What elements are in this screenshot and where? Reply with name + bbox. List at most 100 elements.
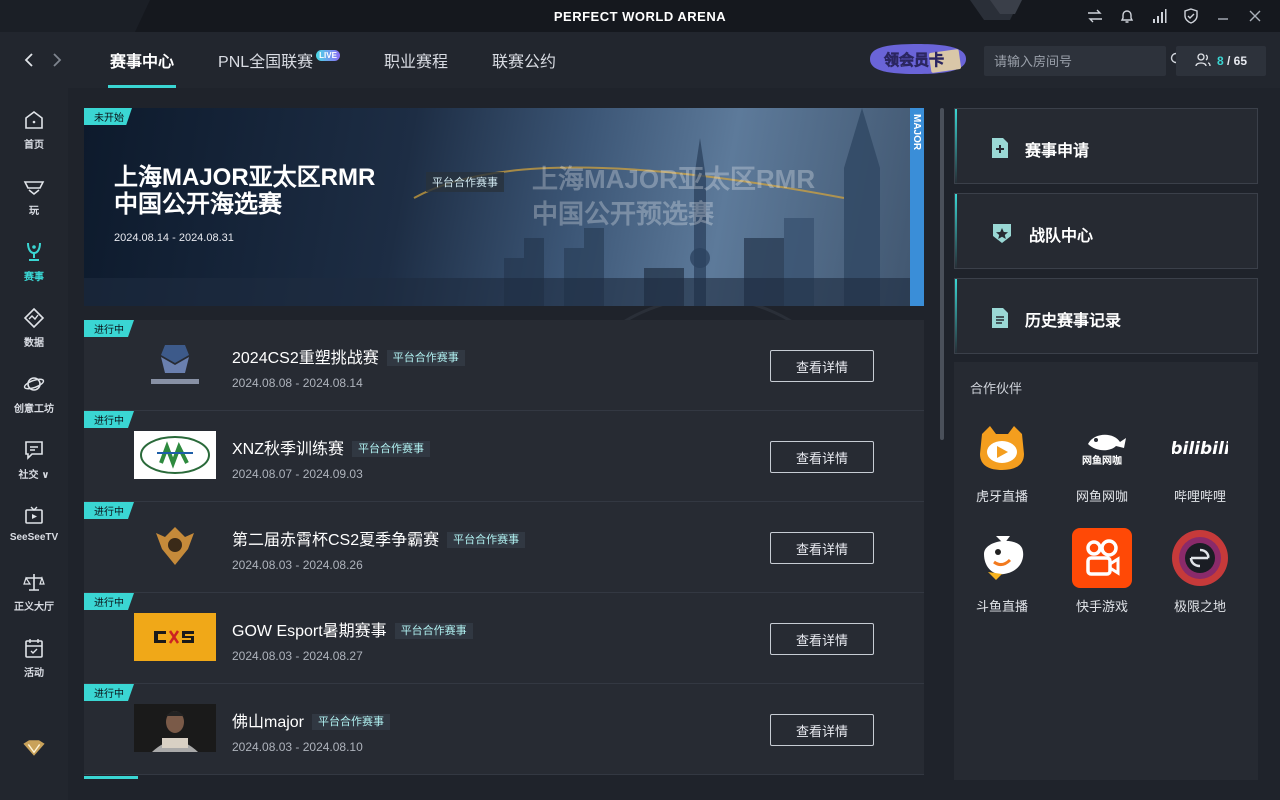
tournament-name: XNZ秋季训练赛 平台合作赛事 [232, 435, 431, 459]
tournament-list: 进行中 2024CS2重塑挑战赛 平台合作赛事 2024.08.08 - 2024… [84, 320, 924, 780]
svg-text:网鱼网咖: 网鱼网咖 [1082, 454, 1122, 467]
view-details-button[interactable]: 查看详情 [770, 714, 874, 746]
douyu-logo-icon [972, 528, 1032, 588]
tournament-row[interactable]: 进行中 2024CS2重塑挑战赛 平台合作赛事 2024.08.08 - 2024… [84, 320, 924, 411]
sidebar-item-events[interactable]: 活动 [0, 636, 68, 692]
sidebar-item-label: 正义大厅 [14, 602, 54, 613]
team-center-button[interactable]: 战队中心 [954, 193, 1258, 270]
banner-artwork-line1: 上海MAJOR亚太区RMR [532, 164, 816, 194]
view-details-button[interactable]: 查看详情 [770, 532, 874, 564]
vip-diamond-icon [22, 736, 46, 760]
forward-arrow-icon[interactable] [50, 50, 64, 70]
banner-side-strip: MAJOR [910, 108, 924, 306]
sidebar-item-data[interactable]: 数据 [0, 306, 68, 362]
tv-icon [22, 504, 46, 528]
view-details-button[interactable]: 查看详情 [770, 623, 874, 655]
scrollbar-thumb[interactable] [940, 108, 944, 440]
sidebar-item-workshop[interactable]: 创意工坊 [0, 372, 68, 428]
live-badge: LIVE [316, 49, 340, 61]
vip-card-button[interactable]: 领会员卡 [868, 42, 968, 76]
sidebar: 首页 玩 赛事 数据 创意工坊 社交 ∨ SeeSeeTV 正义大厅 活动 [0, 88, 68, 800]
tab-pnl-league[interactable]: PNL全国联赛 LIVE [196, 32, 362, 88]
shield-check-icon[interactable] [1180, 6, 1202, 26]
sidebar-item-play[interactable]: 玩 [0, 174, 68, 230]
tournament-logo [134, 340, 216, 388]
friends-button[interactable]: 8 / 65 [1176, 46, 1266, 76]
partner-douyu[interactable]: 斗鱼直播 [962, 528, 1042, 618]
partners-panel: 合作伙伴 虎牙直播 网鱼网咖 网鱼网咖 bilibili 哔哩哔哩 斗鱼直播 快… [954, 362, 1258, 780]
tab-tournament-center[interactable]: 赛事中心 [88, 32, 196, 88]
main-tabs: 赛事中心 PNL全国联赛 LIVE 职业赛程 联赛公约 [88, 32, 578, 88]
banner-status-badge: 未开始 [84, 108, 132, 125]
tournament-logo [134, 431, 216, 479]
back-arrow-icon[interactable] [22, 50, 36, 70]
sidebar-item-social[interactable]: 社交 ∨ [0, 438, 68, 494]
partner-tag: 平台合作赛事 [386, 350, 465, 366]
tab-pro-schedule[interactable]: 职业赛程 [362, 32, 470, 88]
document-icon [989, 307, 1011, 329]
banner-artwork-title: 上海MAJOR亚太区RMR 中国公开预选赛 [532, 162, 815, 232]
wangyu-logo-icon: 网鱼网咖 [1072, 418, 1132, 478]
tournament-status-badge: 进行中 [84, 411, 134, 428]
view-details-button[interactable]: 查看详情 [770, 441, 874, 473]
transfer-icon[interactable] [1084, 6, 1106, 26]
sidebar-item-label: 数据 [24, 338, 44, 349]
tournament-title: 第二届赤霄杯CS2夏季争霸赛 [232, 532, 440, 549]
friends-online-count: 8 [1216, 54, 1224, 68]
tournament-row[interactable]: 进行中 第二届赤霄杯CS2夏季争霸赛 平台合作赛事 2024.08.03 - 20… [84, 502, 924, 593]
sidebar-item-label: 活动 [24, 668, 44, 679]
notification-bell-icon[interactable] [1116, 6, 1138, 26]
tab-league-rules[interactable]: 联赛公约 [470, 32, 578, 88]
tournament-row[interactable]: 进行中 GOW Esport暑期赛事 平台合作赛事 2024.08.03 - 20… [84, 593, 924, 684]
partner-kuaishou[interactable]: 快手游戏 [1062, 528, 1142, 618]
sidebar-item-seeseetv[interactable]: SeeSeeTV [0, 504, 68, 560]
tournament-status-badge: 进行中 [84, 593, 134, 610]
tournament-date: 2024.08.08 - 2024.08.14 [232, 376, 363, 390]
banner-title-line2: 中国公开海选赛 [114, 191, 282, 218]
sidebar-item-tournaments[interactable]: 赛事 [0, 240, 68, 296]
view-details-button[interactable]: 查看详情 [770, 350, 874, 382]
partner-wangyu[interactable]: 网鱼网咖 网鱼网咖 [1062, 418, 1142, 508]
partner-name: 斗鱼直播 [975, 599, 1028, 614]
planet-icon [22, 372, 46, 396]
tournament-date: 2024.08.03 - 2024.08.10 [232, 740, 363, 754]
sidebar-vip-logo[interactable] [0, 736, 68, 792]
action-label: 历史赛事记录 [1025, 313, 1122, 330]
tournament-date: 2024.08.07 - 2024.09.03 [232, 467, 363, 481]
friends-icon [1195, 52, 1211, 71]
trophy-icon [22, 240, 46, 264]
tournament-title: 2024CS2重塑挑战赛 [232, 350, 379, 367]
room-search-input[interactable] [994, 53, 1170, 69]
history-records-button[interactable]: 历史赛事记录 [954, 278, 1258, 355]
tournament-row[interactable]: 进行中 XNZ秋季训练赛 平台合作赛事 2024.08.07 - 2024.09.… [84, 411, 924, 502]
partner-huya[interactable]: 虎牙直播 [962, 418, 1042, 508]
banner-date: 2024.08.14 - 2024.08.31 [114, 232, 234, 244]
partner-jixian[interactable]: 极限之地 [1160, 528, 1240, 618]
partner-bilibili[interactable]: bilibili 哔哩哔哩 [1160, 418, 1240, 508]
close-icon[interactable] [1244, 6, 1266, 26]
minimize-icon[interactable] [1212, 6, 1234, 26]
sidebar-item-label: 创意工坊 [14, 404, 54, 415]
vip-card-label: 领会员卡 [883, 51, 944, 69]
partner-name: 哔哩哔哩 [1173, 489, 1226, 504]
sidebar-item-home[interactable]: 首页 [0, 108, 68, 164]
tournament-logo [134, 613, 216, 661]
bilibili-logo-icon: bilibili [1170, 418, 1230, 478]
scales-icon [22, 570, 46, 594]
featured-tournament-banner[interactable]: 未开始 上海MAJOR亚太区RMR 中国公开海选赛 平台合作赛事 2024.08… [84, 108, 924, 306]
chat-icon [22, 438, 46, 462]
room-search [984, 46, 1184, 76]
banner-artwork-line2: 中国公开预选赛 [532, 199, 715, 229]
banner-title: 上海MAJOR亚太区RMR 中国公开海选赛 [114, 164, 375, 218]
tab-label: 联赛公约 [491, 54, 556, 71]
tournament-name: 第二届赤霄杯CS2夏季争霸赛 平台合作赛事 [232, 526, 526, 550]
svg-text:bilibili: bilibili [1172, 439, 1228, 459]
signal-bars-icon[interactable] [1148, 6, 1170, 26]
action-label: 赛事申请 [1025, 143, 1090, 160]
title-bar: PERFECT WORLD ARENA [0, 0, 1280, 32]
sidebar-item-justice-hall[interactable]: 正义大厅 [0, 570, 68, 626]
tournament-row[interactable]: 进行中 佛山major 平台合作赛事 2024.08.03 - 2024.08.1… [84, 684, 924, 775]
apply-tournament-button[interactable]: 赛事申请 [954, 108, 1258, 185]
tournament-status-badge: 进行中 [84, 320, 134, 337]
tournament-name: 2024CS2重塑挑战赛 平台合作赛事 [232, 344, 465, 368]
